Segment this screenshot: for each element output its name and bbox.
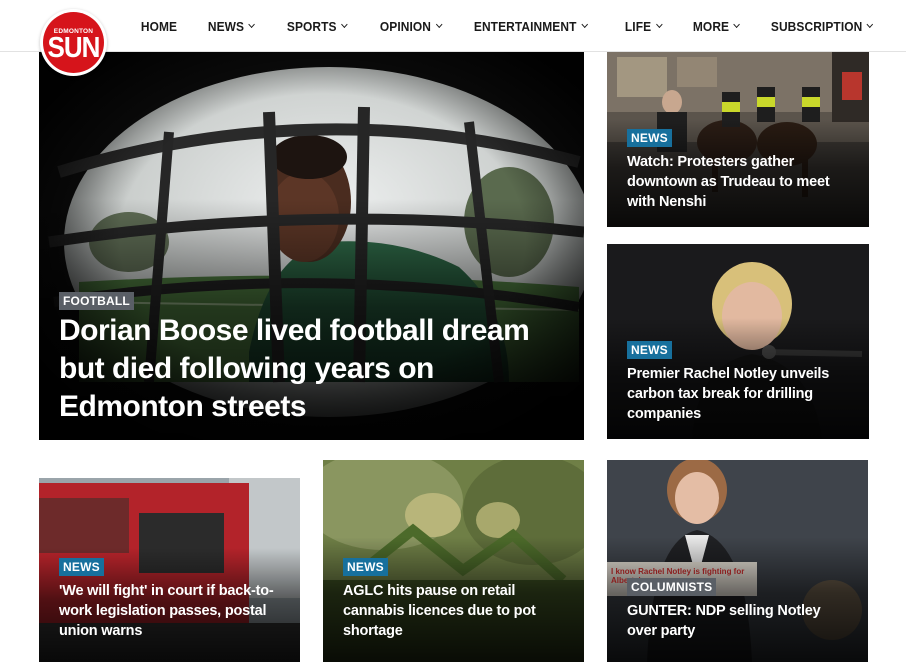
nav-home-label: HOME: [140, 18, 178, 34]
chevron-down-icon: [249, 20, 256, 29]
nav-more[interactable]: MORE: [680, 0, 752, 52]
story-card-aglc-cannabis[interactable]: NEWS AGLC hits pause on retail cannabis …: [323, 460, 584, 662]
nav-sports[interactable]: SPORTS: [274, 0, 360, 52]
nav-opinion-label: OPINION: [379, 18, 431, 34]
nav-sports-label: SPORTS: [286, 18, 337, 34]
nav-subscription[interactable]: SUBSCRIPTION: [758, 0, 885, 52]
nav-life-label: LIFE: [624, 18, 652, 34]
story-card-protesters[interactable]: NEWS Watch: Protesters gather downtown a…: [607, 52, 869, 227]
nav-subscription-label: SUBSCRIPTION: [770, 18, 863, 34]
category-badge[interactable]: NEWS: [343, 558, 388, 576]
story-card-gunter-column[interactable]: I know Rachel Notley is fighting for Alb…: [607, 460, 868, 662]
chevron-down-icon: [655, 20, 663, 29]
story-card-notley-carbon-tax[interactable]: NEWS Premier Rachel Notley unveils carbo…: [607, 244, 869, 439]
nav-home[interactable]: HOME: [128, 0, 190, 52]
story-card-postal-union[interactable]: NEWS 'We will fight' in court if back-to…: [39, 478, 300, 662]
story-headline[interactable]: Premier Rachel Notley unveils carbon tax…: [627, 364, 842, 424]
category-badge[interactable]: NEWS: [59, 558, 104, 576]
nav-more-label: MORE: [692, 18, 729, 34]
nav-news[interactable]: NEWS: [195, 0, 267, 52]
chevron-down-icon: [435, 20, 442, 29]
category-badge[interactable]: NEWS: [627, 341, 672, 359]
nav-life[interactable]: LIFE: [612, 0, 674, 52]
featured-headline[interactable]: Dorian Boose lived football dream but di…: [59, 312, 549, 426]
top-navigation-bar: HOME NEWS SPORTS OPINION ENTERTAINMENT L…: [0, 0, 906, 52]
category-badge[interactable]: COLUMNISTS: [627, 578, 717, 596]
edmonton-sun-logo[interactable]: EDMONTON SUN: [40, 9, 107, 76]
card-shade: [607, 536, 868, 662]
chevron-down-icon: [866, 20, 874, 29]
story-headline[interactable]: AGLC hits pause on retail cannabis licen…: [343, 581, 568, 641]
chevron-down-icon: [733, 20, 740, 29]
nav-news-label: NEWS: [208, 18, 245, 34]
chevron-down-icon: [340, 20, 348, 29]
logo-sun-text: SUN: [47, 30, 101, 64]
chevron-down-icon: [581, 20, 589, 29]
story-headline[interactable]: GUNTER: NDP selling Notley over party: [627, 601, 852, 641]
nav-entertainment-label: ENTERTAINMENT: [474, 18, 578, 34]
story-headline[interactable]: Watch: Protesters gather downtown as Tru…: [627, 152, 842, 212]
featured-story-card[interactable]: FOOTBALL Dorian Boose lived football dre…: [39, 52, 584, 440]
nav-entertainment[interactable]: ENTERTAINMENT: [461, 0, 600, 52]
featured-category-badge[interactable]: FOOTBALL: [59, 292, 134, 310]
logo-badge: EDMONTON SUN: [43, 12, 104, 73]
category-badge[interactable]: NEWS: [627, 129, 672, 147]
nav-opinion[interactable]: OPINION: [367, 0, 454, 52]
story-headline[interactable]: 'We will fight' in court if back-to-work…: [59, 581, 284, 641]
main-menu: HOME NEWS SPORTS OPINION ENTERTAINMENT L…: [128, 0, 896, 52]
